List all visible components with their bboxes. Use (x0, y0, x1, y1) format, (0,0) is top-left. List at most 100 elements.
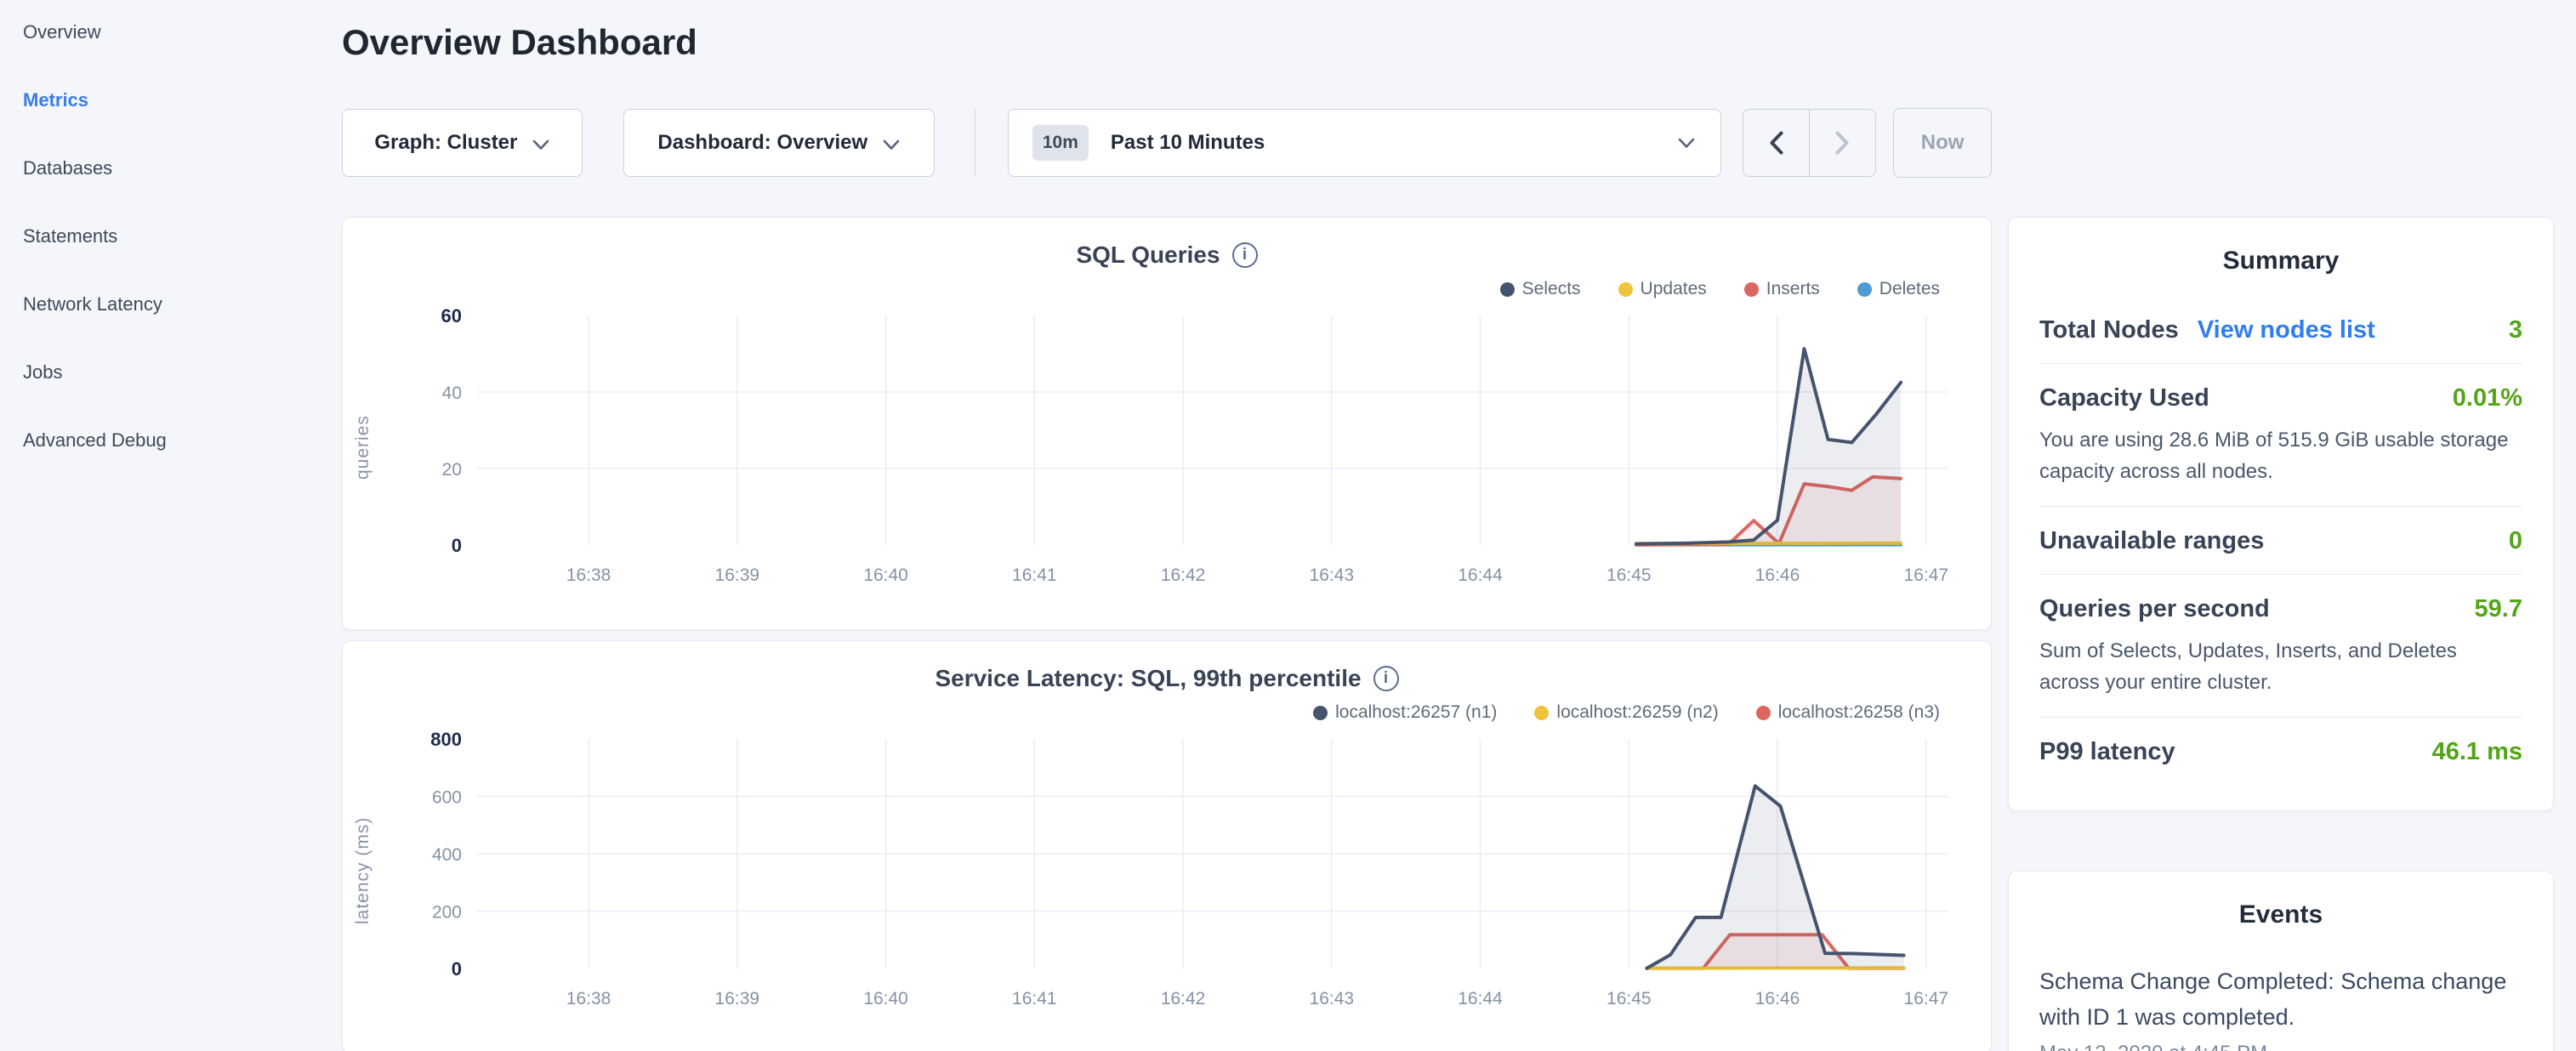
summary-row-label: P99 latency (2039, 738, 2175, 766)
event-message: Schema Change Completed: Schema change w… (2039, 963, 2522, 1035)
x-tick-label: 16:47 (1904, 989, 1949, 1008)
y-tick-label: 40 (442, 383, 462, 403)
summary-row-main: Unavailable ranges0 (2039, 527, 2522, 555)
x-tick-label: 16:45 (1606, 989, 1652, 1008)
legend-item-updates[interactable]: Updates (1618, 279, 1707, 299)
page-title: Overview Dashboard (342, 22, 1992, 63)
chevron-down-icon (883, 139, 900, 151)
summary-row-label: Queries per second (2039, 595, 2270, 623)
dashboard-dropdown-label: Dashboard: Overview (657, 131, 867, 155)
chevron-right-icon (1835, 131, 1850, 155)
event-timestamp: May 13, 2020 at 4:45 PM (2039, 1042, 2522, 1051)
summary-row-value: 0 (2509, 527, 2522, 555)
summary-row-unavailable-ranges: Unavailable ranges0 (2039, 507, 2522, 575)
summary-row-value: 3 (2509, 316, 2522, 344)
summary-title: Summary (2039, 247, 2522, 276)
legend-label: Deletes (1879, 279, 1940, 299)
y-tick-label: 200 (432, 903, 462, 923)
service-latency-chart-card: Service Latency: SQL, 99th percentile i lo… (342, 640, 1992, 1051)
events-title: Events (2039, 900, 2522, 929)
y-axis-title: queries (343, 303, 384, 592)
legend-dot (1857, 282, 1872, 297)
x-tick-label: 16:41 (1012, 989, 1057, 1008)
legend-item-deletes[interactable]: Deletes (1857, 279, 1940, 299)
right-column: Summary Total Nodes View nodes list 3 Capac… (2008, 217, 2554, 1051)
series-area-localhost-26257-n1 (1646, 786, 1903, 969)
sidebar-item-metrics[interactable]: Metrics (23, 89, 342, 157)
time-back-button[interactable] (1743, 110, 1810, 176)
x-tick-label: 16:44 (1458, 565, 1503, 585)
chevron-down-icon (1678, 138, 1695, 149)
summary-row-value: 46.1 ms (2432, 738, 2522, 766)
legend-item-inserts[interactable]: Inserts (1744, 279, 1820, 299)
summary-panel: Summary Total Nodes View nodes list 3 Capac… (2008, 217, 2554, 811)
legend-dot (1744, 282, 1759, 297)
legend-dot (1500, 282, 1515, 297)
main-content: Overview Dashboard Graph: Cluster Dashbo… (342, 0, 1992, 1051)
now-button[interactable]: Now (1893, 108, 1992, 178)
chart-title: SQL Queries (1076, 241, 1220, 269)
y-tick-label: 0 (452, 535, 462, 556)
sidebar-item-databases[interactable]: Databases (23, 157, 342, 225)
x-tick-label: 16:44 (1458, 989, 1503, 1008)
info-icon[interactable]: i (1373, 666, 1399, 691)
app-root: OverviewMetricsDatabasesStatementsNetwor… (0, 0, 2576, 1051)
x-tick-label: 16:42 (1161, 565, 1206, 585)
y-tick-label: 20 (442, 460, 462, 480)
legend-item-localhost-26258-n3[interactable]: localhost:26258 (n3) (1756, 702, 1940, 723)
sidebar-item-jobs[interactable]: Jobs (23, 361, 342, 429)
summary-row-label: Capacity Used (2039, 384, 2209, 412)
x-tick-label: 16:43 (1310, 565, 1355, 585)
chart-body: latency (ms)16:3816:3916:4016:4116:4216:… (343, 726, 1991, 1015)
info-icon[interactable]: i (1232, 242, 1258, 268)
y-tick-label: 600 (432, 788, 462, 808)
x-tick-label: 16:39 (715, 989, 760, 1008)
summary-row-main: Total Nodes View nodes list 3 (2039, 316, 2522, 344)
summary-row-queries-per-second: Queries per second59.7Sum of Selects, Up… (2039, 575, 2522, 718)
event-item: Schema Change Completed: Schema change w… (2039, 963, 2522, 1051)
legend-item-selects[interactable]: Selects (1500, 279, 1581, 299)
chart-title-row: SQL Queries i (343, 241, 1991, 269)
summary-row-link[interactable]: View nodes list (2198, 316, 2375, 344)
time-forward-button[interactable] (1810, 110, 1875, 176)
chart-title: Service Latency: SQL, 99th percentile (935, 665, 1361, 692)
summary-row-value: 0.01% (2453, 384, 2522, 412)
y-tick-label: 0 (452, 958, 462, 980)
x-tick-label: 16:40 (863, 565, 908, 585)
legend-dot (1618, 282, 1633, 297)
events-panel: Events Schema Change Completed: Schema c… (2008, 871, 2554, 1051)
x-tick-label: 16:47 (1904, 565, 1949, 585)
summary-row-label: Total Nodes (2039, 316, 2179, 344)
legend-item-localhost-26259-n2[interactable]: localhost:26259 (n2) (1534, 702, 1718, 723)
summary-row-subtext: Sum of Selects, Updates, Inserts, and De… (2039, 635, 2522, 698)
summary-row-main: Capacity Used 0.01% (2039, 384, 2522, 412)
sidebar-item-network-latency[interactable]: Network Latency (23, 293, 342, 361)
graph-dropdown-label: Graph: Cluster (374, 131, 517, 155)
sidebar-item-overview[interactable]: Overview (23, 21, 342, 89)
sidebar-item-advanced-debug[interactable]: Advanced Debug (23, 429, 342, 497)
x-tick-label: 16:38 (566, 565, 611, 585)
legend-item-localhost-26257-n1[interactable]: localhost:26257 (n1) (1313, 702, 1497, 723)
x-tick-label: 16:45 (1606, 565, 1652, 585)
x-tick-label: 16:39 (715, 565, 760, 585)
controls-row: Graph: Cluster Dashboard: Overview 10m P… (342, 109, 1992, 177)
summary-row-subtext: You are using 28.6 MiB of 515.9 GiB usab… (2039, 424, 2522, 487)
legend-dot (1534, 706, 1549, 720)
chevron-down-icon (532, 139, 549, 151)
sidebar-item-statements[interactable]: Statements (23, 225, 342, 293)
series-area-selects (1636, 349, 1901, 545)
time-range-pager (1743, 109, 1876, 177)
time-window-dropdown[interactable]: 10m Past 10 Minutes (1008, 109, 1721, 177)
legend-dot (1756, 706, 1771, 720)
dashboard-dropdown[interactable]: Dashboard: Overview (623, 109, 935, 177)
chart-legend: localhost:26257 (n1) localhost:26259 (n2)… (343, 702, 1940, 723)
summary-rows: Total Nodes View nodes list 3 Capacity Used… (2039, 296, 2522, 785)
legend-label: Selects (1522, 279, 1581, 299)
y-tick-label: 60 (441, 305, 462, 327)
summary-row-p99-latency: P99 latency 46.1 ms (2039, 718, 2522, 785)
legend-label: Updates (1641, 279, 1707, 299)
summary-row-main: P99 latency 46.1 ms (2039, 738, 2522, 766)
graph-dropdown[interactable]: Graph: Cluster (342, 109, 583, 177)
chart-canvas: 16:3816:3916:4016:4116:4216:4316:4416:45… (384, 726, 1991, 1015)
summary-row-capacity-used: Capacity Used 0.01% You are using 28.6 MiB… (2039, 364, 2522, 507)
